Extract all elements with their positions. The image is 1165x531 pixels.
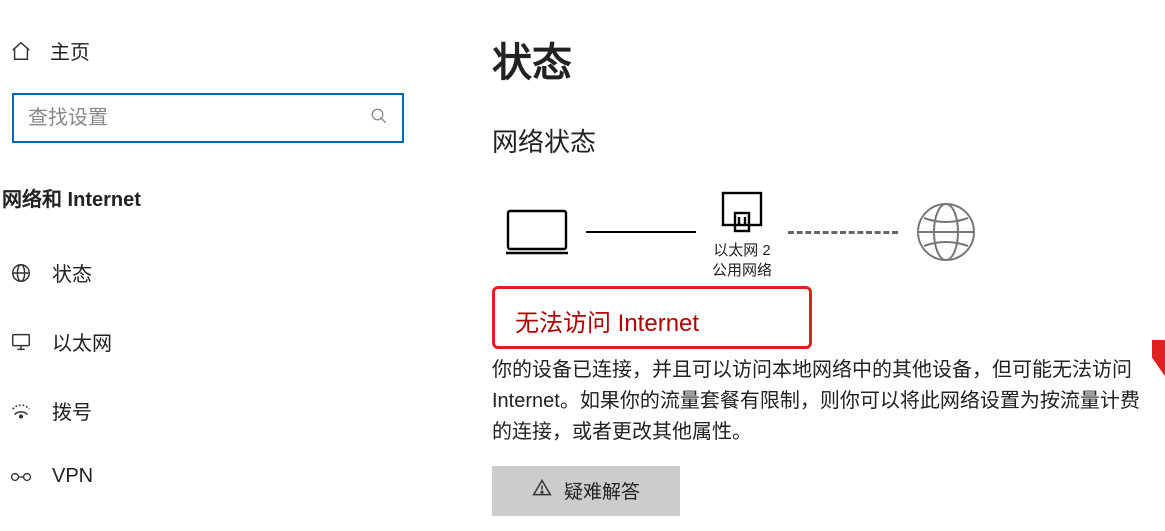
globe-icon bbox=[914, 200, 978, 264]
section-title: 网络状态 bbox=[492, 122, 1145, 159]
dialup-icon bbox=[8, 400, 34, 422]
sidebar-item-status[interactable]: 状态 bbox=[0, 238, 440, 307]
adapter-name: 以太网 2 bbox=[712, 241, 772, 261]
page-title: 状态 bbox=[492, 30, 1145, 88]
connection-line-solid bbox=[586, 231, 696, 233]
adapter-icon bbox=[717, 187, 767, 237]
sidebar-item-label: 以太网 bbox=[52, 327, 112, 356]
troubleshoot-button[interactable]: 疑难解答 bbox=[492, 466, 680, 516]
search-input[interactable] bbox=[28, 107, 370, 130]
monitor-icon bbox=[8, 331, 34, 353]
adapter-profile: 公用网络 bbox=[712, 261, 772, 281]
main-content: 状态 网络状态 以太网 bbox=[440, 0, 1165, 531]
search-icon bbox=[370, 107, 388, 130]
home-label: 主页 bbox=[50, 36, 90, 65]
nav-list: 状态 以太网 拨号 bbox=[0, 238, 440, 508]
connection-line-dashed bbox=[788, 231, 898, 234]
category-label: 网络和 Internet bbox=[0, 183, 440, 212]
sidebar-item-vpn[interactable]: VPN bbox=[0, 445, 440, 508]
troubleshoot-label: 疑难解答 bbox=[564, 477, 640, 504]
highlight-text: 无法访问 Internet bbox=[515, 303, 789, 338]
highlight-box: 无法访问 Internet bbox=[492, 286, 812, 349]
home-icon bbox=[10, 40, 32, 62]
sidebar-item-label: 拨号 bbox=[52, 396, 92, 425]
sidebar-item-ethernet[interactable]: 以太网 bbox=[0, 307, 440, 376]
sidebar-item-label: 状态 bbox=[52, 258, 92, 287]
vpn-icon bbox=[8, 466, 34, 488]
adapter-caption: 以太网 2 公用网络 bbox=[712, 241, 772, 282]
status-description: 你的设备已连接，并且可以访问本地网络中的其他设备，但可能无法访问 Interne… bbox=[492, 355, 1145, 448]
network-diagram: 以太网 2 公用网络 bbox=[492, 187, 1145, 278]
sidebar: 主页 网络和 Internet 状态 bbox=[0, 0, 440, 531]
search-input-wrap[interactable] bbox=[12, 93, 404, 143]
sidebar-item-label: VPN bbox=[52, 465, 93, 488]
pc-icon bbox=[504, 207, 570, 257]
globe-small-icon bbox=[8, 262, 34, 284]
home-link[interactable]: 主页 bbox=[0, 0, 440, 65]
sidebar-item-dialup[interactable]: 拨号 bbox=[0, 376, 440, 445]
warning-icon bbox=[532, 478, 552, 504]
annotation-arrow-icon bbox=[1152, 340, 1165, 530]
